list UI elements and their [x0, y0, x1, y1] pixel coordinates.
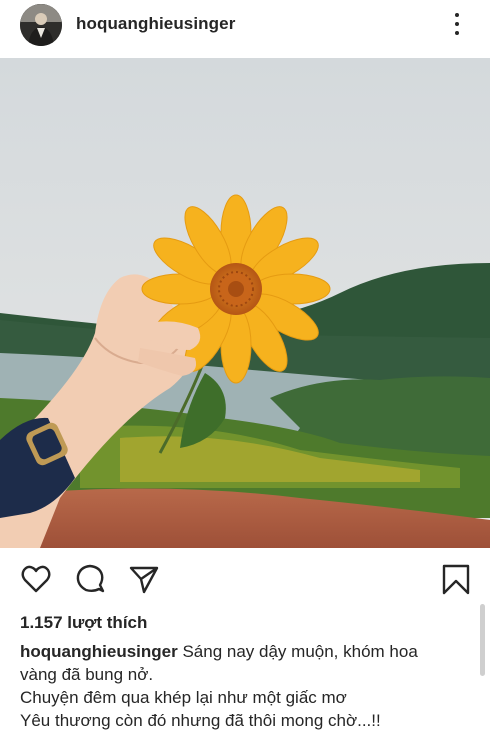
caption-text-4: Yêu thương còn đó nhưng đã thôi mong chờ…: [20, 711, 381, 730]
post-header: hoquanghieusinger: [0, 0, 490, 50]
heart-icon[interactable]: [19, 562, 53, 596]
like-count[interactable]: 1.157 lượt thích: [20, 613, 147, 633]
caption-line-1: hoquanghieusinger Sáng nay dậy muộn, khó…: [20, 640, 460, 663]
caption-text-1: Sáng nay dậy muộn, khóm hoa: [182, 642, 418, 661]
bookmark-icon[interactable]: [439, 562, 473, 596]
caption-text-2: vàng đã bung nở.: [20, 665, 154, 684]
caption-username[interactable]: hoquanghieusinger: [20, 642, 178, 661]
post-photo[interactable]: [0, 58, 490, 548]
comment-icon[interactable]: [73, 562, 107, 596]
scrollbar[interactable]: [480, 604, 485, 676]
avatar[interactable]: [20, 4, 62, 46]
more-options-icon[interactable]: [447, 10, 467, 38]
post-username[interactable]: hoquanghieusinger: [76, 14, 235, 34]
caption-text-3: Chuyện đêm qua khép lại như một giấc mơ: [20, 688, 347, 707]
share-icon[interactable]: [127, 562, 161, 596]
action-bar: [0, 556, 490, 604]
post-caption: hoquanghieusinger Sáng nay dậy muộn, khó…: [20, 640, 460, 732]
